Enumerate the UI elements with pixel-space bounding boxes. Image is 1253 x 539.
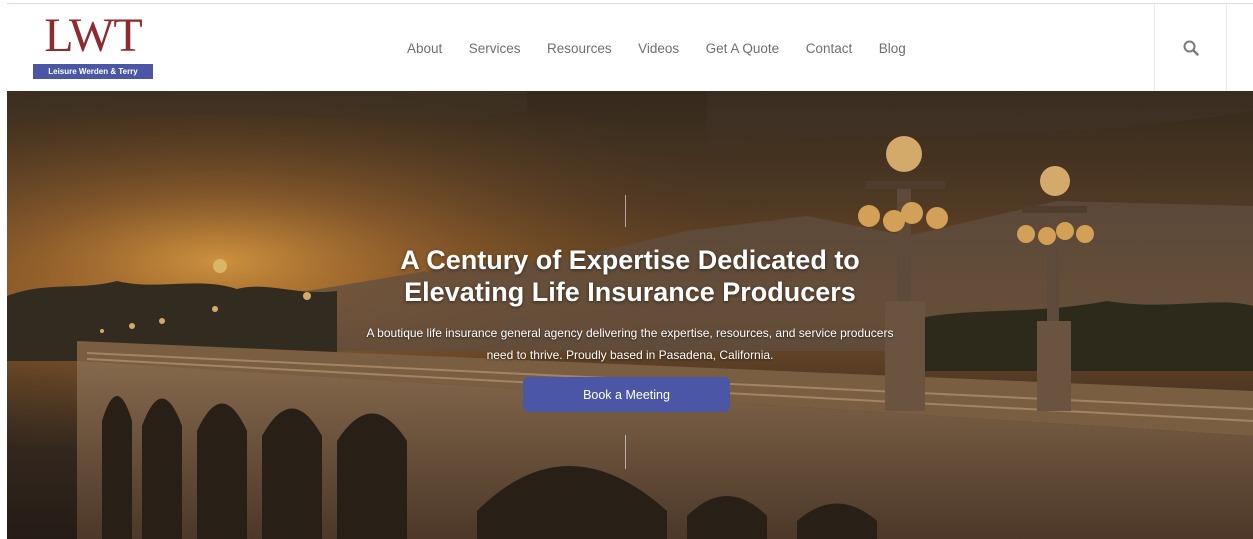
nav-item-resources[interactable]: Resources bbox=[547, 41, 612, 56]
hero-subtitle-line-2: need to thrive. Proudly based in Pasaden… bbox=[486, 348, 774, 362]
lwt-logo[interactable]: LWT Leisure Werden & Terry bbox=[31, 11, 155, 79]
book-a-meeting-button[interactable]: Book a Meeting bbox=[523, 377, 730, 412]
search-button[interactable] bbox=[1154, 4, 1227, 92]
hero-section: A Century of Expertise Dedicated to Elev… bbox=[7, 91, 1253, 539]
logo-wordmark: LWT bbox=[44, 9, 142, 62]
nav-item-services[interactable]: Services bbox=[469, 41, 521, 56]
hero-title: A Century of Expertise Dedicated to Elev… bbox=[230, 244, 1030, 308]
hero-subtitle-line-1: A boutique life insurance general agency… bbox=[366, 326, 894, 340]
divider-line-bottom bbox=[625, 435, 626, 469]
nav-item-videos[interactable]: Videos bbox=[638, 41, 679, 56]
divider-line-top bbox=[625, 195, 626, 227]
search-icon bbox=[1183, 40, 1199, 56]
nav-item-blog[interactable]: Blog bbox=[879, 41, 906, 56]
nav-item-about[interactable]: About bbox=[407, 41, 442, 56]
hero-title-line-1: A Century of Expertise Dedicated to bbox=[400, 245, 860, 275]
nav-item-get-a-quote[interactable]: Get A Quote bbox=[706, 41, 780, 56]
logo-subtitle: Leisure Werden & Terry bbox=[33, 64, 153, 79]
main-nav: About Services Resources Videos Get A Qu… bbox=[407, 4, 932, 92]
site-header: LWT Leisure Werden & Terry About Service… bbox=[7, 3, 1253, 92]
hero-background-image bbox=[7, 91, 1253, 539]
hero-subtitle: A boutique life insurance general agency… bbox=[230, 322, 1030, 366]
hero-title-line-2: Elevating Life Insurance Producers bbox=[404, 277, 856, 307]
nav-item-contact[interactable]: Contact bbox=[806, 41, 853, 56]
